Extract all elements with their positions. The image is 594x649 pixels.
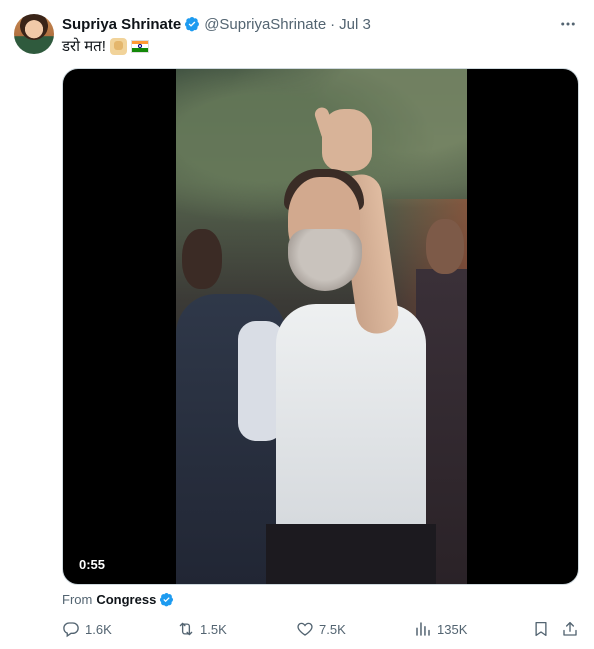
share-icon bbox=[563, 621, 577, 636]
tweet[interactable]: Supriya Shrinate @SupriyaShrinate · Jul … bbox=[0, 0, 594, 649]
reply-icon bbox=[63, 622, 79, 638]
heart-icon bbox=[297, 622, 313, 636]
tweet-text: डरो मत! bbox=[62, 36, 149, 56]
video-source: From Congress bbox=[62, 590, 174, 608]
like-count: 7.5K bbox=[319, 621, 346, 637]
raised-fist-emoji-icon bbox=[109, 37, 127, 55]
bookmark-icon bbox=[535, 621, 547, 637]
retweet-icon bbox=[179, 622, 193, 636]
bookmark-button[interactable] bbox=[532, 619, 550, 639]
tweet-date[interactable]: Jul 3 bbox=[339, 16, 371, 33]
reply-button[interactable]: 1.6K bbox=[62, 619, 112, 639]
views-button[interactable]: 135K bbox=[414, 619, 467, 639]
separator-dot: · bbox=[330, 15, 336, 33]
india-flag-emoji-icon bbox=[130, 39, 149, 53]
video-duration-badge: 0:55 bbox=[73, 554, 112, 574]
retweet-count: 1.5K bbox=[200, 621, 227, 637]
views-icon bbox=[416, 622, 430, 636]
video-thumbnail bbox=[176, 69, 467, 584]
views-count: 135K bbox=[437, 621, 468, 637]
share-button[interactable] bbox=[561, 619, 579, 639]
author-name[interactable]: Supriya Shrinate bbox=[62, 16, 181, 33]
source-name[interactable]: Congress bbox=[96, 592, 156, 607]
video-player[interactable]: 0:55 bbox=[62, 68, 579, 585]
like-button[interactable]: 7.5K bbox=[296, 619, 346, 639]
source-prefix: From bbox=[62, 591, 93, 607]
tweet-header: Supriya Shrinate @SupriyaShrinate · Jul … bbox=[62, 14, 371, 34]
avatar[interactable] bbox=[14, 14, 54, 54]
more-icon[interactable] bbox=[558, 14, 578, 34]
reply-count: 1.6K bbox=[85, 621, 112, 637]
verified-badge-icon bbox=[160, 592, 174, 606]
verified-badge-icon bbox=[185, 17, 200, 32]
tweet-actions: 1.6K 1.5K 7.5K 135K bbox=[62, 619, 579, 639]
author-handle[interactable]: @SupriyaShrinate bbox=[204, 16, 326, 33]
tweet-text-content: डरो मत! bbox=[62, 38, 106, 55]
retweet-button[interactable]: 1.5K bbox=[177, 619, 227, 639]
